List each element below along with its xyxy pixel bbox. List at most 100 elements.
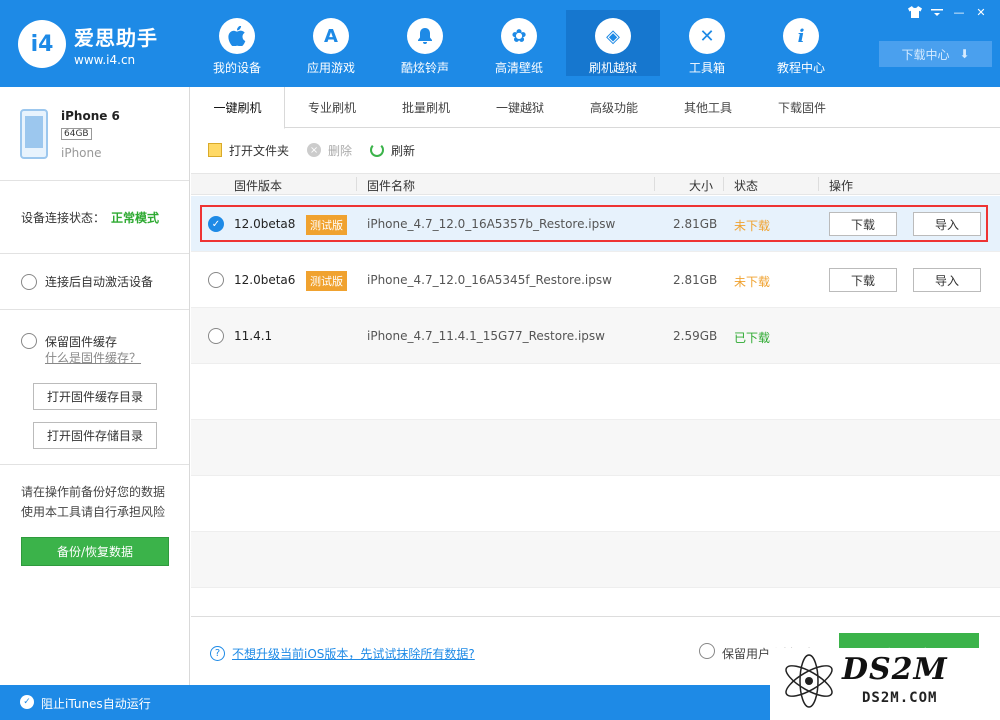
table-header: 固件版本 固件名称 大小 状态 操作 <box>191 173 1000 195</box>
header-name: 固件名称 <box>367 179 416 193</box>
nav-label: 应用游戏 <box>306 61 355 75</box>
logo-text: 爱思助手 www.i4.cn <box>74 22 158 67</box>
refresh-icon <box>370 143 385 157</box>
app-header: i4 爱思助手 www.i4.cn 我的设备 A 应用游戏 酷炫铃声 ✿ 高清壁… <box>0 0 1000 87</box>
keep-cache-label: 保留固件缓存 <box>45 335 118 349</box>
toolbar: 打开文件夹 × 删除 刷新 <box>208 139 433 161</box>
refresh-label: 刷新 <box>391 143 416 158</box>
watermark: DS2M DS2M.COM <box>770 648 1000 720</box>
menu-icon[interactable] <box>926 4 948 20</box>
empty-row <box>191 420 1000 476</box>
auto-activate-label: 连接后自动激活设备 <box>45 275 154 289</box>
firmware-size: 2.59GB <box>673 329 718 343</box>
nav-label: 工具箱 <box>688 61 725 75</box>
erase-data-link[interactable]: 不想升级当前iOS版本，先试试抹除所有数据? <box>232 645 475 662</box>
tab-bar: 一键刷机 专业刷机 批量刷机 一键越狱 高级功能 其他工具 下载固件 <box>191 87 1000 129</box>
block-itunes-label: 阻止iTunes自动运行 <box>41 697 151 711</box>
nav-ringtones[interactable]: 酷炫铃声 <box>378 10 472 76</box>
minimize-icon[interactable]: — <box>948 4 970 20</box>
nav-my-device[interactable]: 我的设备 <box>190 10 284 76</box>
tab-other-tools[interactable]: 其他工具 <box>661 87 755 128</box>
download-button[interactable]: 下载 <box>829 212 897 236</box>
tab-pro-flash[interactable]: 专业刷机 <box>285 87 379 128</box>
delete-button[interactable]: × 删除 <box>307 142 352 159</box>
header-size: 大小 <box>689 179 714 193</box>
firmware-status: 未下载 <box>734 275 771 289</box>
device-name: iPhone 6 <box>61 109 120 123</box>
info-icon: i <box>783 18 819 54</box>
row-radio[interactable] <box>208 272 224 288</box>
box-icon: ◈ <box>595 18 631 54</box>
table-row[interactable]: 11.4.1 iPhone_4.7_11.4.1_15G77_Restore.i… <box>191 308 1000 364</box>
nav-tutorials[interactable]: i 教程中心 <box>754 10 848 76</box>
phone-icon <box>20 109 48 159</box>
status-label: 设备连接状态： <box>21 210 106 225</box>
firmware-name: iPhone_4.7_12.0_16A5357b_Restore.ipsw <box>367 217 616 231</box>
nav-label: 刷机越狱 <box>588 61 637 75</box>
nav-toolbox[interactable]: ✕ 工具箱 <box>660 10 754 76</box>
firmware-name: iPhone_4.7_12.0_16A5345f_Restore.ipsw <box>367 273 612 287</box>
delete-label: 删除 <box>328 143 353 158</box>
download-center-button[interactable]: 下载中心 ⬇ <box>879 41 992 67</box>
tab-advanced[interactable]: 高级功能 <box>567 87 661 128</box>
keep-data-radio[interactable] <box>699 643 715 659</box>
delete-icon: × <box>307 143 322 157</box>
header-divider <box>356 177 357 191</box>
import-button[interactable]: 导入 <box>913 212 981 236</box>
firmware-size: 2.81GB <box>673 217 718 231</box>
tab-download-firmware[interactable]: 下载固件 <box>755 87 849 128</box>
app-name: 爱思助手 <box>74 25 158 50</box>
device-capacity: 64GB <box>61 128 92 140</box>
main-nav: 我的设备 A 应用游戏 酷炫铃声 ✿ 高清壁纸 ◈ 刷机越狱 ✕ 工具箱 i 教… <box>190 10 848 76</box>
table-row[interactable]: ✓ 12.0beta8 测试版 iPhone_4.7_12.0_16A5357b… <box>191 196 1000 252</box>
download-button[interactable]: 下载 <box>829 268 897 292</box>
nav-label: 酷炫铃声 <box>400 61 449 75</box>
app-url: www.i4.cn <box>74 52 136 67</box>
what-is-cache-link[interactable]: 什么是固件缓存？ <box>45 349 141 366</box>
logo-badge: i4 <box>18 20 66 68</box>
bell-icon <box>407 18 443 54</box>
open-store-dir-button[interactable]: 打开固件存储目录 <box>33 422 157 449</box>
auto-activate-radio[interactable] <box>21 273 37 290</box>
help-icon: ? <box>210 646 225 661</box>
tab-one-click-flash[interactable]: 一键刷机 <box>191 87 285 129</box>
row-radio[interactable] <box>208 328 224 344</box>
backup-restore-button[interactable]: 备份/恢复数据 <box>21 537 169 566</box>
auto-activate-option[interactable]: 连接后自动激活设备 <box>0 254 189 310</box>
firmware-name: iPhone_4.7_11.4.1_15G77_Restore.ipsw <box>367 329 605 343</box>
tab-jailbreak[interactable]: 一键越狱 <box>473 87 567 128</box>
appstore-icon: A <box>313 18 349 54</box>
atom-logo-icon <box>785 654 833 708</box>
row-check-icon[interactable]: ✓ <box>208 216 224 232</box>
tab-batch-flash[interactable]: 批量刷机 <box>379 87 473 128</box>
keep-cache-radio[interactable] <box>21 333 37 349</box>
empty-row <box>191 532 1000 588</box>
check-icon[interactable]: ✓ <box>20 695 34 709</box>
refresh-button[interactable]: 刷新 <box>370 142 415 159</box>
nav-apps-games[interactable]: A 应用游戏 <box>284 10 378 76</box>
apple-icon <box>219 18 255 54</box>
watermark-title: DS2M <box>842 652 948 687</box>
open-cache-dir-button-abs[interactable]: 打开固件缓存目录 <box>33 383 157 410</box>
open-folder-label: 打开文件夹 <box>229 143 290 158</box>
open-folder-button[interactable]: 打开文件夹 <box>208 142 289 159</box>
app-logo: i4 爱思助手 www.i4.cn <box>18 20 158 68</box>
header-action: 操作 <box>829 179 854 193</box>
warning-line-2: 使用本工具请自行承担风险 <box>21 505 166 519</box>
tools-icon: ✕ <box>689 18 725 54</box>
nav-wallpapers[interactable]: ✿ 高清壁纸 <box>472 10 566 76</box>
folder-icon <box>208 143 222 157</box>
download-arrow-icon: ⬇ <box>959 47 970 61</box>
close-icon[interactable]: ✕ <box>970 4 992 20</box>
header-divider <box>818 177 819 191</box>
nav-label: 教程中心 <box>776 61 825 75</box>
table-row[interactable]: 12.0beta6 测试版 iPhone_4.7_12.0_16A5345f_R… <box>191 252 1000 308</box>
flower-icon: ✿ <box>501 18 537 54</box>
nav-flash-jailbreak[interactable]: ◈ 刷机越狱 <box>566 10 660 76</box>
download-center-label: 下载中心 <box>901 47 950 62</box>
empty-row <box>191 476 1000 532</box>
status-value: 正常模式 <box>111 210 160 225</box>
skin-icon[interactable] <box>904 4 926 20</box>
import-button[interactable]: 导入 <box>913 268 981 292</box>
warning-text: 请在操作前备份好您的数据 使用本工具请自行承担风险 <box>21 482 165 522</box>
